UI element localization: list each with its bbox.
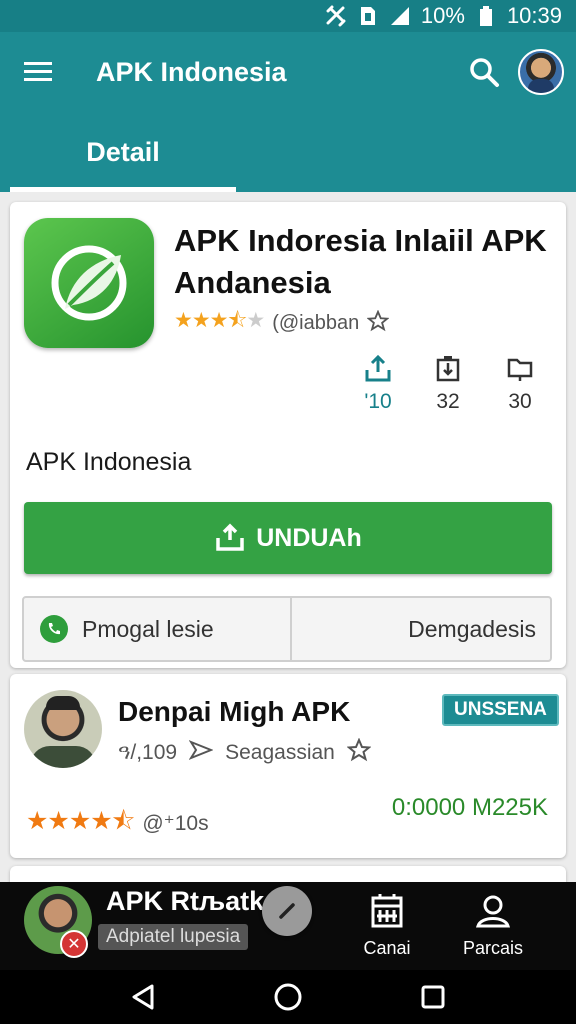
bottom-tab-parcais[interactable]: Parcais	[448, 892, 538, 959]
star-rating: ★★★⯪★	[174, 309, 265, 332]
bottom-tab-canai[interactable]: Canai	[342, 892, 432, 959]
battery-icon	[475, 5, 497, 27]
bottom-subtitle: Adpiatel lupesia	[98, 924, 249, 950]
split-left-label: Pmogal lesie	[82, 615, 214, 642]
publisher-handle[interactable]: (@iabban	[272, 312, 359, 335]
app-bar: APK Indonesia	[0, 32, 576, 112]
stat-uploads-value: '10	[364, 390, 392, 413]
tab-detail[interactable]: Detail	[10, 112, 236, 192]
tools-icon	[325, 5, 347, 27]
send-icon	[188, 739, 214, 766]
folder-icon	[507, 358, 533, 381]
app-title: APK Indonesia	[96, 56, 287, 87]
developer-card[interactable]: Denpai Migh APK UNSSENA ዓ/,109 Seagassia…	[10, 674, 566, 858]
status-badge[interactable]: UNSSENA	[442, 694, 559, 726]
home-icon[interactable]	[268, 977, 308, 1017]
sim-icon	[357, 5, 379, 27]
developer-title: Denpai Migh APK	[118, 696, 351, 727]
battery-percent: 10%	[420, 3, 465, 28]
app-name: APK Indoresia Inlaiil APK Andanesia	[174, 223, 547, 300]
split-right-button[interactable]: Demgadesis	[292, 598, 550, 660]
phone-icon	[40, 615, 68, 643]
leaf-logo-icon	[51, 245, 127, 321]
file-size: 0:0000 Μ225K	[391, 794, 548, 821]
rating-row: ★★★⯪★ (@iabban	[174, 306, 390, 341]
battery-download-icon	[436, 356, 460, 382]
upload-icon	[365, 354, 391, 382]
app-description: APK Indonesia	[26, 448, 192, 476]
app-icon	[24, 218, 154, 348]
star-rating: ★★★★⯪	[26, 807, 135, 835]
recents-icon[interactable]	[413, 977, 453, 1017]
download-button[interactable]: UNDUAh	[24, 502, 552, 574]
action-split-row: Pmogal lesie Demgadesis	[22, 596, 552, 662]
bottom-tab-canai-label: Canai	[363, 938, 411, 958]
meta-right: Seagassian	[225, 741, 335, 764]
download-button-label: UNDUAh	[256, 523, 362, 552]
pencil-icon	[279, 903, 295, 919]
star-outline-icon[interactable]	[366, 309, 390, 338]
tab-bar: Detail	[0, 112, 576, 192]
stat-folders[interactable]: 30	[490, 354, 550, 414]
stat-folders-value: 30	[508, 390, 532, 413]
back-icon[interactable]	[123, 977, 163, 1017]
close-icon[interactable]: ✕	[60, 930, 88, 958]
download-icon	[216, 523, 244, 551]
size-value: 0:0000 Μ225K	[392, 794, 548, 822]
calendar-icon	[371, 894, 403, 928]
stat-uploads[interactable]: '10	[348, 354, 408, 414]
bottom-tab-parcais-label: Parcais	[462, 938, 524, 958]
profile-avatar[interactable]	[518, 49, 564, 95]
edit-fab[interactable]	[262, 886, 312, 936]
meta-left: ዓ/,109	[118, 741, 178, 764]
status-bar: 10% 10:39	[0, 0, 576, 32]
stat-downloads-value: 32	[436, 390, 460, 413]
bottom-player-bar: ✕ APK Rtљatk Adpiatel lupesia Canai Parc…	[0, 882, 576, 970]
signal-icon	[389, 5, 411, 27]
system-nav-bar	[0, 970, 576, 1024]
rating-count: @⁺10s	[142, 812, 209, 835]
developer-avatar	[24, 690, 102, 768]
menu-icon[interactable]	[0, 32, 76, 112]
split-left-button[interactable]: Pmogal lesie	[24, 598, 292, 660]
developer-rating-row: ★★★★⯪ @⁺10s	[26, 802, 209, 845]
search-icon[interactable]	[454, 42, 514, 102]
tab-indicator	[10, 187, 236, 192]
clock: 10:39	[506, 3, 562, 28]
person-icon	[475, 895, 511, 928]
split-right-label: Demgadesis	[408, 615, 536, 642]
star-outline-icon[interactable]	[346, 737, 372, 768]
bottom-title: APK Rtљatk	[106, 886, 265, 916]
developer-meta: ዓ/,109 Seagassian	[118, 737, 372, 768]
app-detail-card: APK Indoresia Inlaiil APK Andanesia ★★★⯪…	[10, 202, 566, 668]
stat-downloads[interactable]: 32	[418, 354, 478, 414]
